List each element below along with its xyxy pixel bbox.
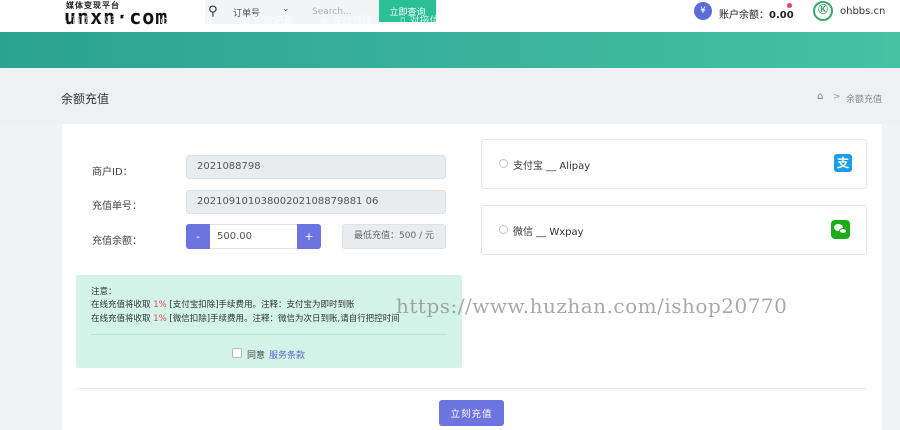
wxpay-label: 微信 __ Wxpay bbox=[513, 227, 584, 238]
merchant-id-label: 商户ID： bbox=[92, 167, 133, 178]
balance-value: 0.00 bbox=[769, 10, 794, 21]
watermark-text: https://www.huzhan.com/ishop20770 bbox=[396, 294, 788, 318]
agree-checkbox[interactable] bbox=[232, 348, 242, 358]
terms-link[interactable]: 服务条款 bbox=[269, 348, 305, 361]
notice-text: 在线充值将收取 bbox=[91, 300, 154, 310]
wallet-yen-icon: ¥ bbox=[694, 2, 712, 20]
min-recharge-note: 最低充值：500 / 元 bbox=[342, 224, 446, 249]
amount-label: 充值余额： bbox=[92, 236, 142, 247]
notification-dot bbox=[787, 3, 792, 8]
merchant-id-field: 2021088798 bbox=[186, 155, 446, 179]
breadcrumb-current: 余额充值 bbox=[846, 95, 883, 105]
fee-percent: 1% bbox=[153, 300, 167, 310]
site-logo-icon: Ⓚ bbox=[813, 1, 833, 21]
account-balance[interactable]: 账户余额：0.00 bbox=[719, 6, 794, 21]
main-nav bbox=[0, 32, 900, 68]
bar-chart-icon: ▥ bbox=[240, 16, 250, 27]
nav-item-transfer[interactable]: ⊛ 在线转账 bbox=[320, 12, 372, 27]
notice-alipay-fee: 在线充值将收取 1% [支付宝扣除]手续费用。注释：支付宝为即时到账 bbox=[91, 298, 355, 310]
bottom-divider bbox=[76, 388, 867, 389]
notice-wechat-fee: 在线充值将收取 1% [微信扣除]手续费用。注释：微信为次日到账,请自行把控时间 bbox=[91, 312, 400, 324]
alipay-label: 支付宝 __ Alipay bbox=[513, 161, 591, 172]
notice-title: 注意： bbox=[91, 287, 117, 297]
nav-label: 余额充值 bbox=[172, 16, 213, 27]
nav-item-remit-records[interactable]: ▥ 汇款记录 bbox=[240, 12, 293, 27]
increase-amount-button[interactable]: + bbox=[297, 224, 321, 249]
breadcrumb-home-icon[interactable]: ⌂ bbox=[817, 91, 823, 102]
agree-label: 同意 bbox=[247, 351, 266, 361]
nav-item-docs[interactable]: ▯ 对接信息/文档 bbox=[400, 12, 473, 27]
nav-label: 首页 · 仪表盘 bbox=[71, 16, 131, 27]
wxpay-radio[interactable] bbox=[499, 225, 508, 234]
alipay-icon: 支 bbox=[834, 154, 852, 172]
alipay-radio[interactable] bbox=[499, 159, 508, 168]
notice-text: 在线充值将收取 bbox=[91, 314, 154, 324]
document-icon: ▯ bbox=[400, 16, 406, 27]
nav-label: 对接信息/文档 bbox=[409, 16, 473, 27]
order-no-label: 充值单号： bbox=[92, 201, 142, 212]
page-title: 余额充值 bbox=[61, 92, 110, 106]
balance-label: 账户余额： bbox=[719, 10, 769, 21]
transfer-icon: ⊛ bbox=[320, 16, 329, 27]
nav-label: 汇款记录 bbox=[253, 16, 294, 27]
recharge-icon: ⊙ bbox=[160, 16, 169, 27]
home-icon: ⌂ bbox=[61, 16, 68, 27]
fee-percent: 1% bbox=[153, 314, 167, 324]
nav-item-dashboard[interactable]: ⌂ 首页 · 仪表盘 bbox=[61, 12, 131, 27]
wechat-icon bbox=[831, 220, 850, 239]
breadcrumb-separator: > bbox=[833, 92, 841, 102]
nav-label: 在线转账 bbox=[332, 16, 373, 27]
decrease-amount-button[interactable]: - bbox=[186, 224, 210, 249]
page-header bbox=[0, 68, 900, 124]
notice-text: [支付宝扣除]手续费用。注释：支付宝为即时到账 bbox=[166, 300, 355, 310]
site-name[interactable]: ohbbs.cn bbox=[840, 6, 885, 17]
amount-input[interactable] bbox=[210, 224, 297, 249]
notice-divider bbox=[91, 334, 447, 335]
notice-text: [微信扣除]手续费用。注释：微信为次日到账,请自行把控时间 bbox=[166, 314, 400, 324]
order-no-field: 20210910103800202108879881 06 bbox=[186, 190, 446, 214]
recharge-submit-button[interactable]: 立刻充值 bbox=[439, 400, 504, 426]
nav-item-recharge[interactable]: ⊙ 余额充值 bbox=[160, 12, 212, 27]
